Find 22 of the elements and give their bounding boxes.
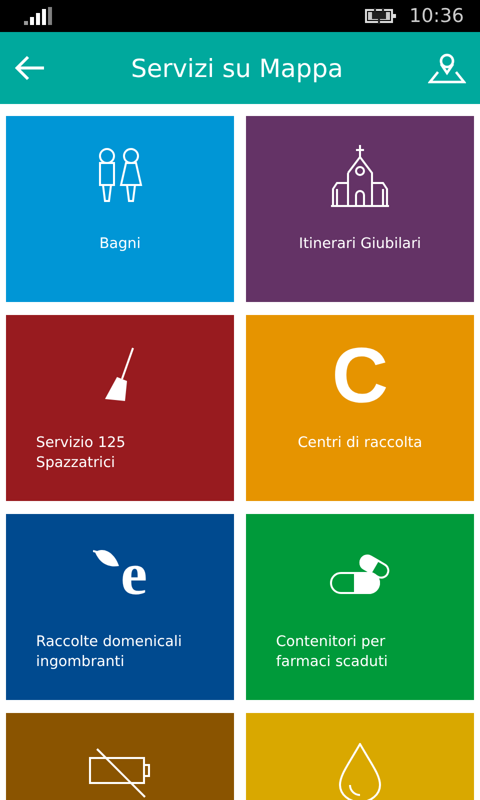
page-title: Servizi su Mappa: [130, 54, 344, 82]
people-icon: [97, 148, 143, 204]
tile-label: Bagni: [98, 235, 142, 254]
battery-charging-icon: [365, 8, 398, 24]
pills-icon: [329, 553, 391, 595]
battery-off-icon: [89, 748, 151, 798]
tile-label: Raccolte domenicali ingombranti: [35, 633, 183, 672]
signal-icon: [24, 7, 52, 25]
tile-label: Contenitori per farmaci scaduti: [275, 633, 389, 672]
broom-icon: [103, 347, 137, 403]
church-icon: [331, 145, 389, 207]
service-tile[interactable]: Servizio 125 Spazzatrici: [6, 315, 234, 501]
leaf-e-logo: e: [92, 548, 148, 600]
tile-label: Centri di raccolta: [296, 434, 424, 453]
service-tile[interactable]: e Raccolte domenicali ingombranti: [6, 514, 234, 700]
tile-label: Servizio 125 Spazzatrici: [35, 434, 126, 473]
c-logo: C: [332, 335, 388, 415]
service-tile[interactable]: Itinerari Giubilari: [246, 116, 474, 302]
tile-label: Itinerari Giubilari: [298, 235, 422, 254]
service-tile[interactable]: Contenitori per farmaci scaduti: [246, 514, 474, 700]
water-drop-icon: [338, 743, 382, 800]
clock-time: 10:36: [409, 5, 464, 27]
